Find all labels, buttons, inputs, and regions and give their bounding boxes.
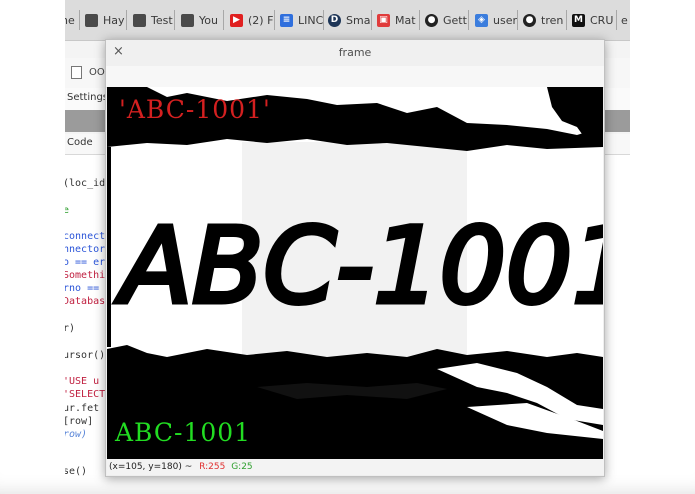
browser-tab-bar: ne Hay Test You ▶ (2) F ≡ LINC D <box>65 0 630 41</box>
code-line: [row] <box>65 416 94 427</box>
tab-label: Mat <box>395 13 416 27</box>
code-line: nnector <box>65 244 106 255</box>
detected-text-label-green: ABC-1001 <box>115 418 252 447</box>
cursor-coordinates: (x=105, y=180) ~ <box>109 462 193 472</box>
d-logo-icon: D <box>328 13 341 27</box>
browser-tab[interactable]: M CRU <box>572 11 618 29</box>
code-line: se() <box>65 466 88 477</box>
browser-tab[interactable]: You <box>181 11 221 29</box>
cube-icon <box>133 13 146 27</box>
browser-tab[interactable]: ◈ user <box>475 11 521 29</box>
docs-icon: ≡ <box>280 13 293 27</box>
browser-tab[interactable]: ne <box>65 11 85 29</box>
frame-window[interactable]: × frame ABC-1001 'ABC-1001' ABC-1001 (x=… <box>105 39 605 477</box>
browser-tab[interactable]: ≡ LINC <box>280 11 324 29</box>
tab-label: Test <box>151 13 173 27</box>
cube-icon <box>85 13 98 27</box>
settings-tab[interactable]: Settings <box>67 92 108 103</box>
youtube-icon: ▶ <box>230 13 243 27</box>
browser-tab[interactable]: ● Gett <box>425 11 471 29</box>
browser-tab[interactable]: e <box>621 11 630 29</box>
bookmark-item[interactable]: OO <box>71 66 105 79</box>
page-background-left <box>0 0 65 494</box>
code-line: 'USE u <box>65 376 100 387</box>
code-line: e <box>65 205 70 216</box>
code-line: (loc_id <box>65 178 106 189</box>
detected-text-label-red: 'ABC-1001' <box>119 95 271 124</box>
code-line: ur.fet <box>65 403 100 414</box>
code-line: ursor() <box>65 350 106 361</box>
browser-tab[interactable]: Test <box>133 11 173 29</box>
code-line: 'SELECT <box>65 389 106 400</box>
tab-label: Gett <box>443 13 467 27</box>
page-background-right <box>630 0 695 494</box>
pixel-red-value: R:255 <box>199 462 226 472</box>
tab-label: You <box>199 13 218 27</box>
status-bar: (x=105, y=180) ~ R:255 G:25 <box>107 459 604 475</box>
frame-titlebar[interactable]: × frame <box>106 40 604 66</box>
browser-tab[interactable]: Hay <box>85 11 125 29</box>
code-line: r) <box>65 323 76 334</box>
tab-label: CRU <box>590 13 614 27</box>
code-line: connect <box>65 231 106 242</box>
window-title: frame <box>338 46 372 59</box>
github-icon: ● <box>425 13 438 27</box>
medium-icon: M <box>572 13 585 27</box>
browser-tab[interactable]: ● tren <box>523 11 569 29</box>
tab-label: Sma <box>346 13 371 27</box>
code-line: Databas <box>65 296 106 307</box>
cube-icon <box>181 13 194 27</box>
browser-tab[interactable]: D Sma <box>328 11 372 29</box>
browser-tab[interactable]: ▣ Mat <box>377 11 421 29</box>
pixel-green-value: G:25 <box>231 462 253 472</box>
tab-label: e <box>621 13 628 27</box>
bookmark-label: OO <box>89 67 105 78</box>
tab-label: LINC <box>298 13 324 27</box>
tab-label: ne <box>65 13 75 27</box>
code-line: row) <box>65 429 88 440</box>
frame-toolbar <box>106 66 604 88</box>
tab-label: user <box>493 13 517 27</box>
code-tab[interactable]: Code <box>67 137 93 148</box>
image-canvas[interactable]: ABC-1001 'ABC-1001' ABC-1001 <box>107 87 603 459</box>
thresholded-plate-image: ABC-1001 <box>107 87 603 459</box>
github-icon: ● <box>523 13 536 27</box>
app-red-icon: ▣ <box>377 13 390 27</box>
code-line: o == er <box>65 257 106 268</box>
document-icon <box>71 66 82 79</box>
plate-text: ABC-1001 <box>115 205 603 327</box>
layers-icon: ◈ <box>475 13 488 27</box>
tab-label: (2) F <box>248 13 274 27</box>
tab-label: Hay <box>103 13 125 27</box>
tab-label: tren <box>541 13 564 27</box>
browser-tab[interactable]: ▶ (2) F <box>230 11 276 29</box>
